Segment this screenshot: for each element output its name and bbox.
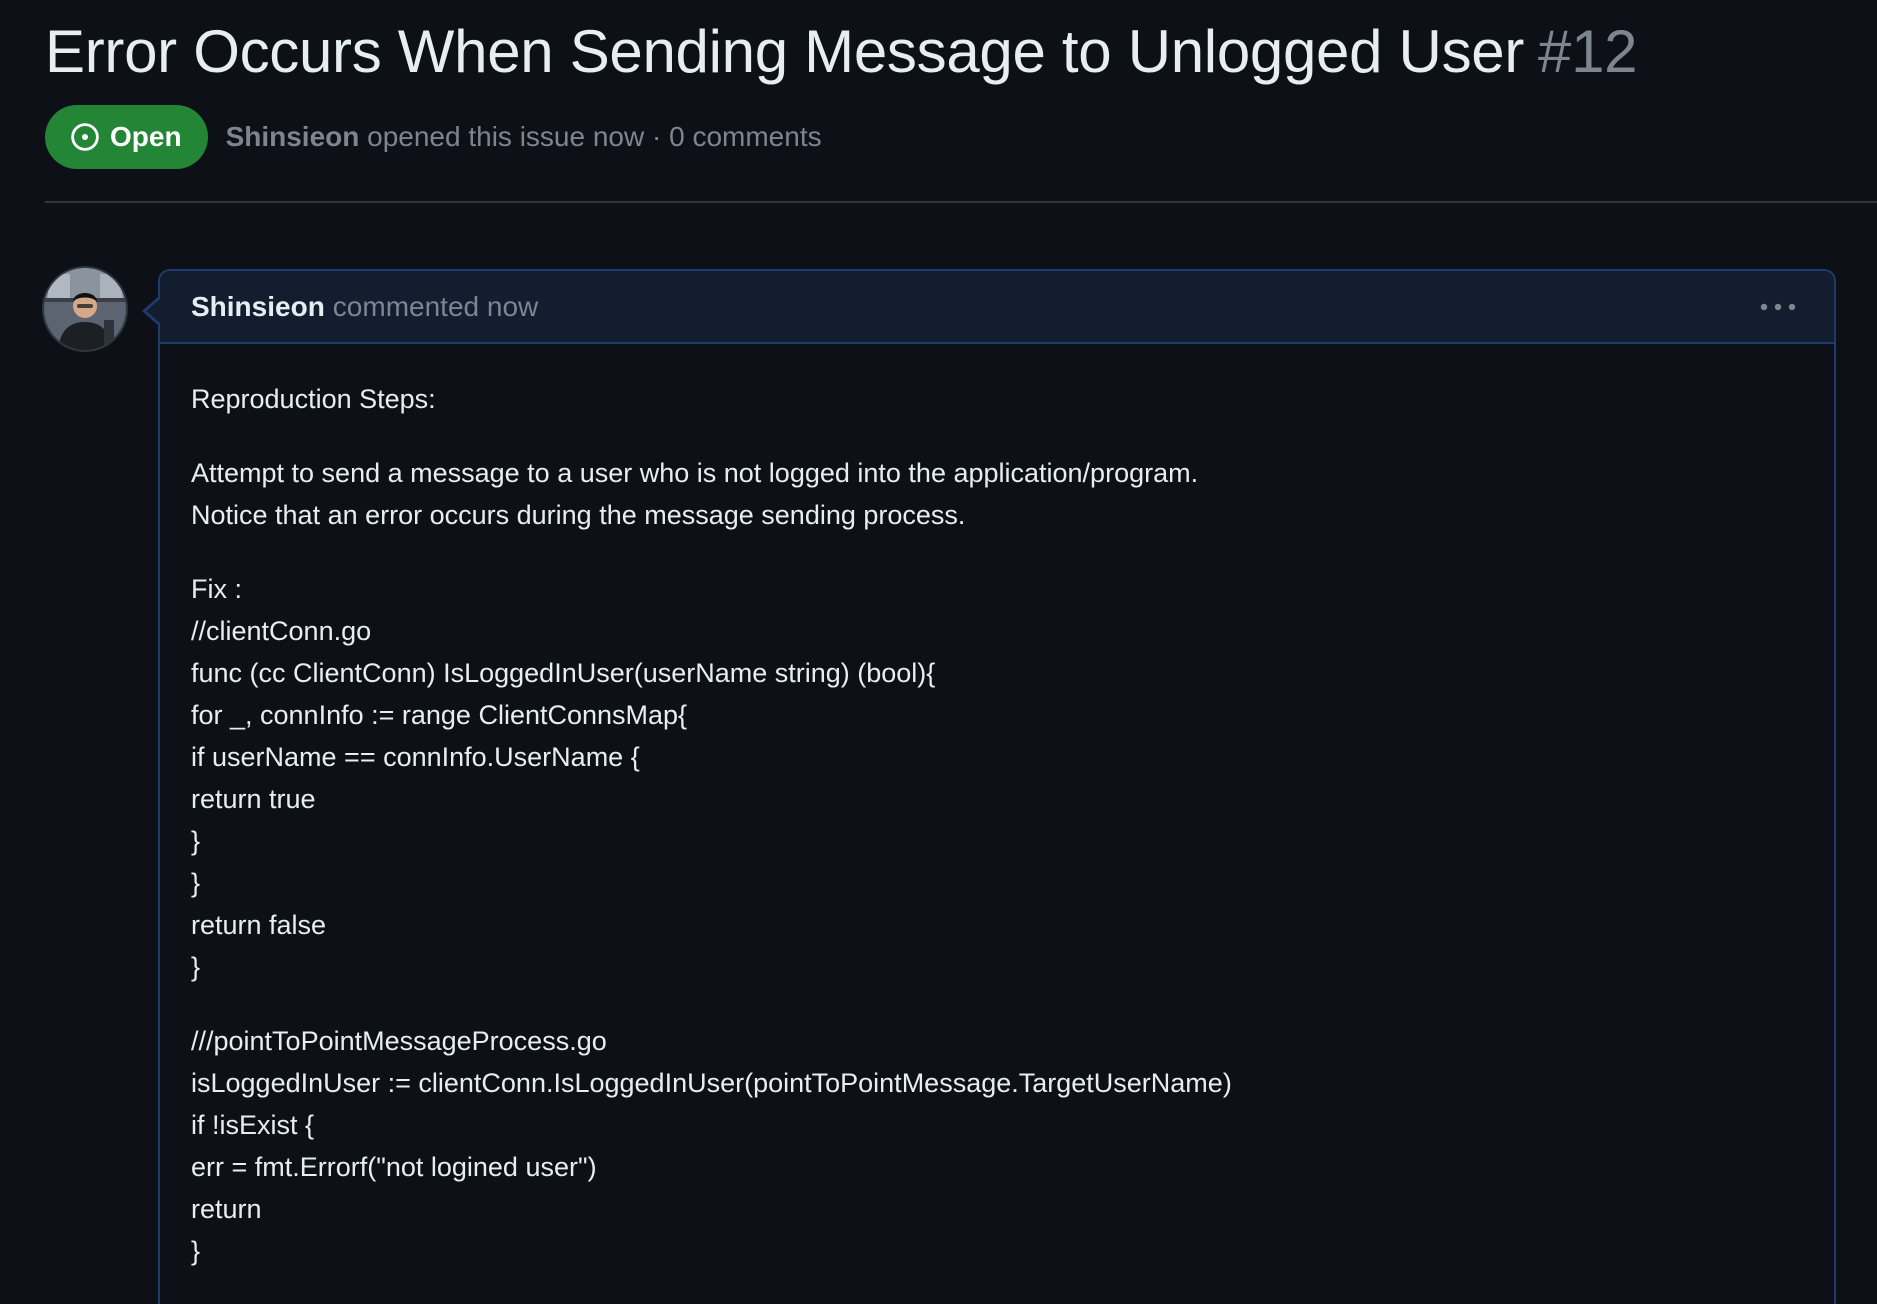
comment-paragraph: ///pointToPointMessageProcess.go isLogged… bbox=[191, 1020, 1803, 1272]
issue-page: Error Occurs When Sending Message to Unl… bbox=[0, 0, 1877, 1304]
comment-header: Shinsieon commented now bbox=[160, 271, 1834, 344]
comment-line: Reproduction Steps: bbox=[191, 384, 436, 414]
comment-line: Attempt to send a message to a user who … bbox=[191, 458, 1199, 488]
comment-line: ///pointToPointMessageProcess.go bbox=[191, 1026, 607, 1056]
comment-line: } bbox=[191, 826, 201, 856]
kebab-horizontal-icon bbox=[1760, 303, 1796, 311]
comment-paragraph: Reproduction Steps: bbox=[191, 378, 1803, 420]
issue-opened-icon bbox=[71, 123, 99, 151]
comment-timestamp[interactable]: commented now bbox=[333, 291, 538, 323]
comment-line: return bbox=[191, 1194, 262, 1224]
comment-line: } bbox=[191, 952, 201, 982]
issue-meta-text: Shinsieon opened this issue now · 0 comm… bbox=[226, 121, 822, 153]
comment-line: isLoggedInUser := clientConn.IsLoggedInU… bbox=[191, 1068, 1232, 1098]
status-label: Open bbox=[110, 121, 182, 152]
comment-line: //clientConn.go bbox=[191, 616, 372, 646]
comment-line: Fix : bbox=[191, 574, 242, 604]
issue-title: Error Occurs When Sending Message to Unl… bbox=[45, 14, 1638, 90]
issue-title-text: Error Occurs When Sending Message to Unl… bbox=[45, 18, 1525, 85]
comment-line: if userName == connInfo.UserName { bbox=[191, 742, 640, 772]
issue-number: #12 bbox=[1538, 18, 1638, 85]
comment-line: for _, connInfo := range ClientConnsMap{ bbox=[191, 700, 688, 730]
status-badge: Open bbox=[45, 105, 208, 169]
comment-line: return true bbox=[191, 784, 316, 814]
comment-paragraph: Attempt to send a message to a user who … bbox=[191, 452, 1803, 536]
issue-author-link[interactable]: Shinsieon bbox=[226, 121, 360, 152]
comment-line: } bbox=[191, 868, 201, 898]
header-divider bbox=[45, 201, 1877, 203]
comment-line: } bbox=[191, 1236, 201, 1266]
comment-paragraph: Fix : //clientConn.go func (cc ClientConn)… bbox=[191, 568, 1803, 988]
comment-caret-inner bbox=[146, 299, 160, 323]
comment-options-button[interactable] bbox=[1758, 293, 1798, 321]
comment-line: if !isExist { bbox=[191, 1110, 315, 1140]
comment-line: err = fmt.Errorf("not logined user") bbox=[191, 1152, 597, 1182]
issue-meta: Open Shinsieon opened this issue now · 0… bbox=[45, 105, 822, 169]
issue-meta-details: opened this issue now · 0 comments bbox=[367, 121, 822, 152]
comment-author-link[interactable]: Shinsieon bbox=[191, 291, 325, 323]
comment-line: func (cc ClientConn) IsLoggedInUser(user… bbox=[191, 658, 936, 688]
avatar-photo bbox=[44, 268, 126, 350]
avatar[interactable] bbox=[44, 268, 126, 350]
comment-card: Shinsieon commented now Reproduction Ste… bbox=[158, 269, 1836, 1304]
comment-line: Notice that an error occurs during the m… bbox=[191, 500, 966, 530]
comment-body: Reproduction Steps: Attempt to send a mes… bbox=[160, 344, 1834, 1272]
comment-line: return false bbox=[191, 910, 327, 940]
